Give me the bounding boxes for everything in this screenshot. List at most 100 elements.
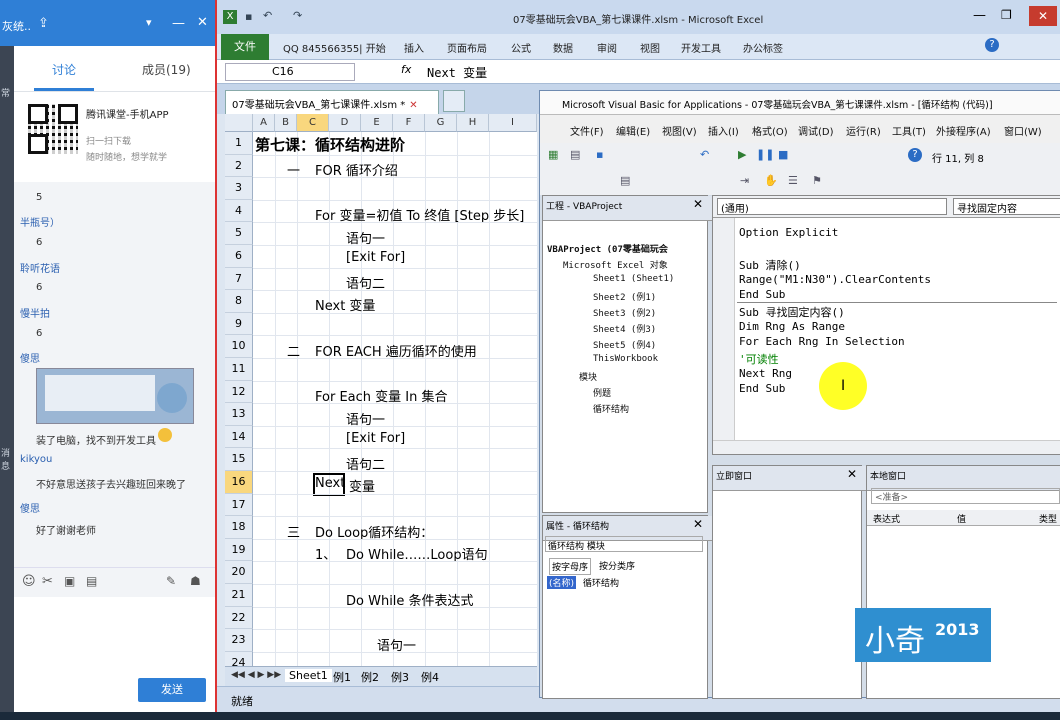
document-tab[interactable]: 07零基础玩会VBA_第七课课件.xlsm * ✕ — [225, 90, 439, 114]
column-header[interactable]: E — [361, 114, 393, 132]
close-icon[interactable]: ✕ — [1029, 6, 1057, 26]
tree-node-folder[interactable]: 模块 — [579, 370, 597, 383]
code-comment[interactable]: '可读性 — [739, 351, 779, 367]
cell[interactable]: [Exit For] — [346, 250, 405, 265]
menu-debug[interactable]: 调试(D) — [798, 123, 834, 138]
row-header[interactable]: 15 — [225, 448, 253, 471]
code-line[interactable]: Option Explicit — [739, 226, 838, 239]
column-header[interactable]: 表达式 — [873, 512, 900, 525]
column-header[interactable]: C — [297, 114, 329, 132]
row-header[interactable]: 18 — [225, 516, 253, 539]
worksheet[interactable]: A B C D E F G H I 1 2 3 4 5 6 7 8 9 10 11 12 13 14 15 1… — [225, 114, 537, 666]
tab-alphabetic[interactable]: 按字母序 — [549, 558, 592, 575]
sheet-tab[interactable]: 例2 — [361, 669, 379, 685]
cell[interactable]: [Exit For] — [346, 431, 405, 446]
maximize-icon[interactable]: ❐ — [1001, 8, 1012, 22]
tab-members[interactable]: 成员(19) — [142, 61, 191, 78]
select-all-corner[interactable] — [225, 114, 253, 132]
cell-title[interactable]: 第七课：循环结构进阶 — [255, 134, 405, 155]
bookmark-icon[interactable]: ⚑ — [812, 174, 822, 187]
cell[interactable]: For Each 变量 In 集合 — [315, 386, 447, 405]
tree-node-sheet[interactable]: Sheet4 (例3) — [593, 322, 656, 335]
code-line[interactable]: Sub 寻找固定内容() — [739, 304, 845, 320]
menu-insert[interactable]: 插入(I) — [708, 123, 739, 138]
sheet-tab[interactable]: 例4 — [421, 669, 439, 685]
row-header[interactable]: 10 — [225, 335, 253, 358]
formula-input[interactable]: Next 变量 — [427, 64, 487, 81]
list-properties-icon[interactable]: ▤ — [620, 174, 630, 187]
row-header[interactable]: 21 — [225, 584, 253, 607]
save-icon[interactable]: ▪ — [245, 10, 252, 23]
chat-sender[interactable]: 傻思 — [20, 350, 40, 365]
tab-discussion[interactable]: 讨论 — [52, 61, 76, 78]
minimize-icon[interactable]: — — [973, 8, 986, 23]
chat-sender[interactable]: kikyou — [20, 454, 52, 465]
row-header[interactable]: 3 — [225, 177, 253, 200]
tab-view[interactable]: 视图 — [640, 40, 660, 55]
object-dropdown[interactable]: (通用) — [717, 198, 947, 215]
menu-file[interactable]: 文件(F) — [570, 123, 604, 138]
row-header[interactable]: 1 — [225, 132, 253, 155]
tab-home[interactable]: QQ 845566355| 开始 — [283, 40, 386, 55]
close-icon[interactable]: ✕ — [693, 197, 703, 211]
insert-module-icon[interactable]: ▤ — [570, 148, 580, 161]
tab-data[interactable]: 数据 — [553, 40, 573, 55]
code-line[interactable]: End Sub — [739, 382, 785, 395]
menu-format[interactable]: 格式(O) — [752, 123, 788, 138]
help-icon[interactable]: ? — [985, 38, 999, 52]
indent-icon[interactable]: ⇥ — [740, 174, 749, 187]
property-value[interactable]: 循环结构 — [583, 576, 619, 589]
code-line[interactable]: For Each Rng In Selection — [739, 335, 905, 348]
menu-edit[interactable]: 编辑(E) — [616, 123, 650, 138]
code-line[interactable]: Range("M1:N30").ClearContents — [739, 273, 931, 286]
user-icon[interactable]: ☗ — [190, 574, 201, 588]
row-header[interactable]: 5 — [225, 222, 253, 245]
sheet-tab[interactable]: 例3 — [391, 669, 409, 685]
close-icon[interactable]: ✕ — [409, 100, 417, 111]
fx-icon[interactable]: fx — [401, 63, 411, 76]
tab-categorized[interactable]: 按分类序 — [597, 558, 637, 573]
property-key[interactable]: (名称) — [547, 576, 577, 589]
tree-node-sheet[interactable]: Sheet2 (例1) — [593, 290, 656, 303]
tree-node-project[interactable]: VBAProject (07零基础玩会 — [547, 242, 668, 255]
row-header[interactable]: 20 — [225, 561, 253, 584]
row-header[interactable]: 11 — [225, 358, 253, 381]
cell[interactable]: Next 变量 — [315, 295, 375, 314]
image-icon[interactable]: ▣ — [64, 574, 75, 588]
tab-office-tab[interactable]: 办公标签 — [743, 40, 783, 55]
tree-node-workbook[interactable]: ThisWorkbook — [593, 354, 658, 364]
column-header[interactable]: G — [425, 114, 457, 132]
code-line[interactable]: Sub 清除() — [739, 257, 801, 273]
cell[interactable]: 变量 — [349, 476, 375, 495]
row-header[interactable]: 12 — [225, 380, 253, 404]
row-header[interactable]: 22 — [225, 606, 253, 630]
sheet-nav-icon[interactable]: ◀◀ ◀ ▶ ▶▶ — [231, 670, 281, 680]
cell[interactable]: Do While……Loop语句 — [346, 544, 488, 563]
help-icon[interactable]: ? — [908, 148, 922, 162]
app-ad-card[interactable]: 腾讯课堂-手机APP 扫一扫下载 随时随地，想学就学 — [14, 92, 215, 182]
send-button[interactable]: 发送 — [138, 678, 206, 702]
procedure-dropdown[interactable]: 寻找固定内容 — [953, 198, 1060, 215]
undo-icon[interactable]: ↶ — [700, 148, 709, 161]
tree-node-sheet[interactable]: Sheet1 (Sheet1) — [593, 274, 674, 284]
tab-formulas[interactable]: 公式 — [511, 40, 531, 55]
run-icon[interactable]: ▶ — [738, 148, 746, 161]
sheet-tab[interactable]: Sheet1 — [285, 669, 332, 682]
scissors-icon[interactable]: ✂ — [42, 574, 53, 589]
file-icon[interactable]: ▤ — [86, 574, 97, 588]
close-icon[interactable]: ✕ — [197, 15, 208, 30]
chat-sender[interactable]: 半瓶号） — [20, 214, 60, 229]
menu-addins[interactable]: 外接程序(A) — [936, 123, 991, 138]
chat-image-thumbnail[interactable] — [36, 368, 194, 424]
chat-sender[interactable]: 慢半拍 — [20, 305, 50, 320]
row-header[interactable]: 24 — [225, 651, 253, 666]
tree-node-module[interactable]: 例题 — [593, 386, 611, 399]
close-icon[interactable]: ✕ — [847, 467, 857, 481]
row-header[interactable]: 16 — [225, 471, 253, 494]
emoji-icon[interactable]: ☺ — [22, 574, 36, 589]
cell[interactable]: 1、 — [315, 544, 336, 563]
row-header[interactable]: 9 — [225, 312, 253, 336]
horizontal-scrollbar[interactable] — [713, 440, 1060, 454]
column-header[interactable]: I — [489, 114, 537, 132]
column-header[interactable]: 类型 — [1039, 512, 1057, 525]
